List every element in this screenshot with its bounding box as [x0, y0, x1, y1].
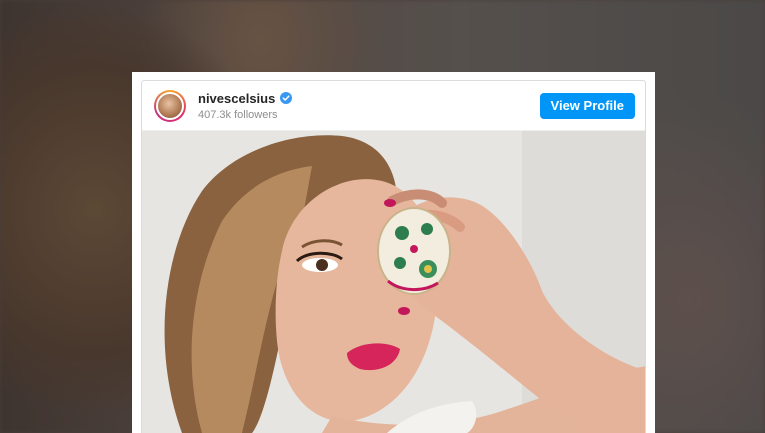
followers-count: 407.3k followers — [198, 108, 278, 121]
embed-header: nivescelsius 407.3k followers View Profi… — [142, 81, 645, 131]
username-link[interactable]: nivescelsius — [198, 91, 275, 106]
embed-frame: nivescelsius 407.3k followers View Profi… — [141, 80, 646, 433]
post-photo[interactable] — [142, 131, 645, 433]
post-photo-illustration — [142, 131, 645, 433]
instagram-embed-card: nivescelsius 407.3k followers View Profi… — [132, 72, 655, 433]
avatar[interactable] — [154, 89, 186, 122]
user-meta: nivescelsius 407.3k followers — [198, 91, 540, 121]
verified-badge-icon — [280, 92, 293, 104]
username-row: nivescelsius — [198, 91, 540, 106]
avatar-image — [156, 91, 184, 120]
view-profile-button[interactable]: View Profile — [539, 92, 635, 119]
